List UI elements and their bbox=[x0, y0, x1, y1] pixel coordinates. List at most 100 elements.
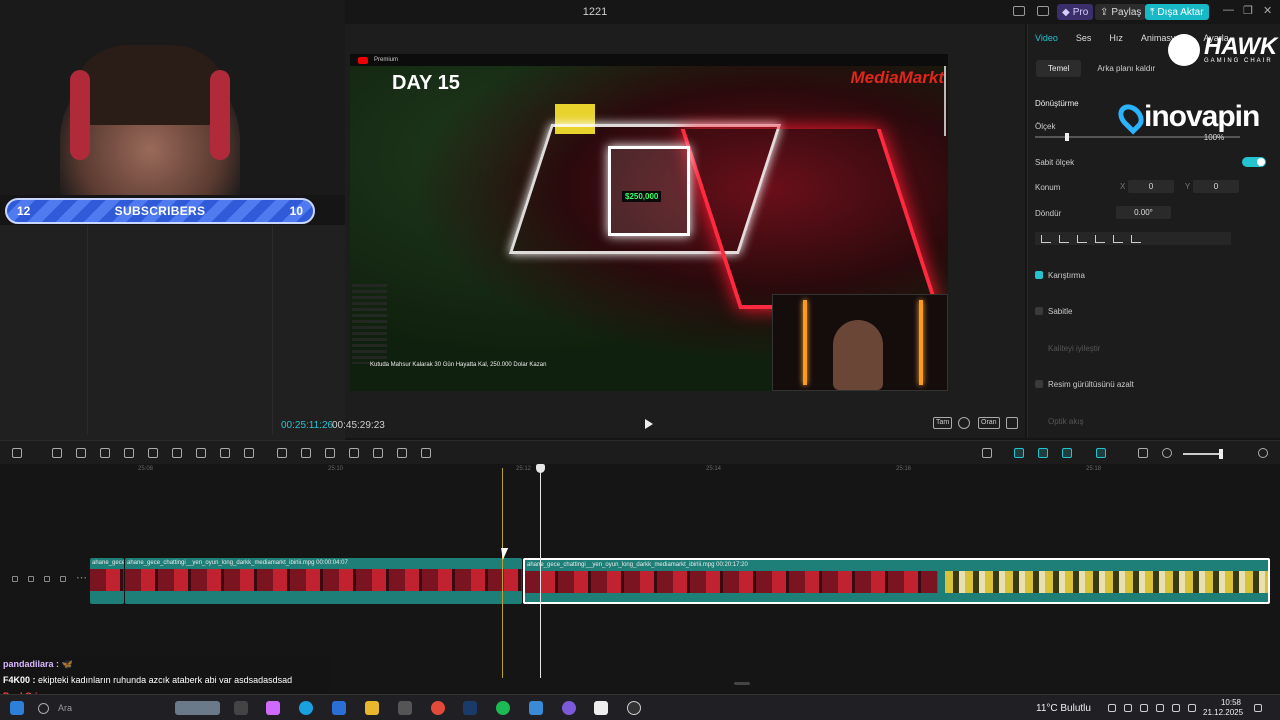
full-button[interactable]: Tam bbox=[933, 417, 953, 429]
pos-x-input[interactable]: 0 bbox=[1128, 180, 1174, 193]
rotate-input[interactable]: 0.00° bbox=[1116, 206, 1171, 219]
align-right-icon[interactable] bbox=[1077, 234, 1087, 243]
transform-label[interactable]: Dönüştürme bbox=[1035, 99, 1079, 108]
tab-speed[interactable]: Hız bbox=[1109, 33, 1123, 43]
cover-icon[interactable] bbox=[12, 576, 18, 582]
subtitle-icon[interactable] bbox=[373, 448, 383, 458]
select-tool-icon[interactable] bbox=[12, 448, 22, 458]
layout-icon[interactable] bbox=[1013, 6, 1025, 16]
person-icon[interactable] bbox=[325, 448, 335, 458]
volume-icon[interactable] bbox=[1188, 704, 1196, 712]
undo-icon[interactable] bbox=[52, 448, 62, 458]
split-icon[interactable] bbox=[100, 448, 110, 458]
start-icon[interactable] bbox=[10, 701, 24, 715]
outlook-icon[interactable] bbox=[332, 701, 346, 715]
preview-axis-icon[interactable] bbox=[1096, 448, 1106, 458]
subtab-basic[interactable]: Temel bbox=[1036, 60, 1082, 77]
redo-icon[interactable] bbox=[76, 448, 86, 458]
edit-icon[interactable] bbox=[397, 448, 407, 458]
eye-icon[interactable] bbox=[44, 576, 50, 582]
notification-icon[interactable] bbox=[1254, 704, 1262, 712]
maximize-button[interactable]: ❐ bbox=[1243, 4, 1253, 17]
zoom-slider[interactable] bbox=[1183, 453, 1223, 455]
copilot-icon[interactable] bbox=[266, 701, 280, 715]
more-icon[interactable]: ⋯ bbox=[76, 571, 87, 584]
fullscreen-icon[interactable] bbox=[1006, 417, 1018, 429]
close-button[interactable]: ✕ bbox=[1263, 4, 1272, 17]
pos-y-input[interactable]: 0 bbox=[1193, 180, 1239, 193]
timeline-scrollbar[interactable] bbox=[734, 682, 750, 685]
battlenet-icon[interactable] bbox=[529, 701, 543, 715]
steam-icon[interactable] bbox=[463, 701, 477, 715]
search-label[interactable]: Ara bbox=[58, 703, 72, 713]
ratio-button[interactable]: Oran bbox=[978, 417, 1000, 429]
folder-icon[interactable] bbox=[365, 701, 379, 715]
zoom-out-icon[interactable] bbox=[1162, 448, 1172, 458]
task-view-icon[interactable] bbox=[234, 701, 248, 715]
link-icon[interactable] bbox=[1014, 448, 1024, 458]
magic-icon[interactable] bbox=[349, 448, 359, 458]
tab-video[interactable]: Video bbox=[1035, 33, 1058, 43]
blend-checkbox[interactable] bbox=[1035, 271, 1043, 279]
zoom-knob[interactable] bbox=[1219, 449, 1223, 459]
discord-icon[interactable] bbox=[562, 701, 576, 715]
lock-icon[interactable] bbox=[28, 576, 34, 582]
weather-text[interactable]: 11°C Bulutlu bbox=[1036, 703, 1091, 714]
minimize-button[interactable]: — bbox=[1223, 4, 1234, 16]
subtab-remove-bg[interactable]: Arka planı kaldır bbox=[1085, 60, 1167, 77]
timeline-ruler[interactable]: 25:08 25:10 25:12 25:14 25:16 25:18 bbox=[0, 464, 1280, 478]
chrome-icon[interactable] bbox=[431, 701, 445, 715]
speed-icon[interactable] bbox=[244, 448, 254, 458]
align-left-icon[interactable] bbox=[1041, 234, 1051, 243]
tray-chevron-icon[interactable] bbox=[1108, 704, 1116, 712]
xbox-icon[interactable] bbox=[398, 701, 412, 715]
preview-video[interactable]: Premium $250,000 DAY 15 MediaMarkt Kutud… bbox=[350, 54, 948, 391]
tray-usb-icon[interactable] bbox=[1140, 704, 1148, 712]
video-clip-selected[interactable]: ahane_gece_chattingi__yen_oyun_long_dark… bbox=[523, 558, 1270, 604]
scale-knob[interactable] bbox=[1065, 133, 1069, 141]
microphone-icon[interactable] bbox=[982, 448, 992, 458]
trim-left-icon[interactable] bbox=[124, 448, 134, 458]
align-top-icon[interactable] bbox=[1095, 234, 1105, 243]
search-icon[interactable] bbox=[38, 703, 49, 714]
tray-app-icon[interactable] bbox=[1124, 704, 1132, 712]
playhead[interactable] bbox=[536, 464, 545, 678]
edge-icon[interactable] bbox=[299, 701, 313, 715]
share-button[interactable]: ⇪ Paylaş bbox=[1095, 4, 1147, 20]
zoom-in-icon[interactable] bbox=[1258, 448, 1268, 458]
align-middle-icon[interactable] bbox=[1113, 234, 1123, 243]
video-clip[interactable]: ahane_gece_cha bbox=[90, 558, 124, 604]
snapshot-icon[interactable] bbox=[958, 417, 970, 429]
capcut-icon[interactable] bbox=[594, 701, 608, 715]
trim-right-icon[interactable] bbox=[148, 448, 158, 458]
video-clip[interactable]: ahane_gece_chattingi__yen_oyun_long_dark… bbox=[125, 558, 522, 604]
menu-icon[interactable] bbox=[1037, 6, 1049, 16]
uniform-scale-toggle[interactable] bbox=[1242, 157, 1266, 167]
clock[interactable]: 10:58 21.12.2025 bbox=[1203, 698, 1243, 718]
obs-icon[interactable] bbox=[627, 701, 641, 715]
delete-icon[interactable] bbox=[172, 448, 182, 458]
caption-icon[interactable] bbox=[1138, 448, 1148, 458]
tab-audio[interactable]: Ses bbox=[1076, 33, 1092, 43]
export-button[interactable]: ⤒ Dışa Aktar bbox=[1145, 4, 1209, 20]
pro-button[interactable]: ◆ Pro bbox=[1057, 4, 1094, 20]
audio-icon[interactable] bbox=[60, 576, 66, 582]
align-bottom-icon[interactable] bbox=[1131, 234, 1141, 243]
mic-tray-icon[interactable] bbox=[1156, 704, 1164, 712]
align-center-icon[interactable] bbox=[1059, 234, 1069, 243]
shield-icon[interactable] bbox=[196, 448, 206, 458]
denoise-checkbox[interactable] bbox=[1035, 380, 1043, 388]
scale-value[interactable]: 100% bbox=[1198, 131, 1230, 144]
stabilize-checkbox[interactable] bbox=[1035, 307, 1043, 315]
spotify-icon[interactable] bbox=[496, 701, 510, 715]
crop-icon[interactable] bbox=[220, 448, 230, 458]
widget-icon[interactable] bbox=[175, 701, 220, 715]
snap-icon[interactable] bbox=[1062, 448, 1072, 458]
freeze-icon[interactable] bbox=[277, 448, 287, 458]
magnet-icon[interactable] bbox=[1038, 448, 1048, 458]
play-icon[interactable] bbox=[645, 419, 653, 429]
network-icon[interactable] bbox=[1172, 704, 1180, 712]
ai-icon[interactable] bbox=[421, 448, 431, 458]
timeline[interactable]: 25:08 25:10 25:12 25:14 25:16 25:18 ⋯ ah… bbox=[0, 464, 1280, 685]
mirror-icon[interactable] bbox=[301, 448, 311, 458]
